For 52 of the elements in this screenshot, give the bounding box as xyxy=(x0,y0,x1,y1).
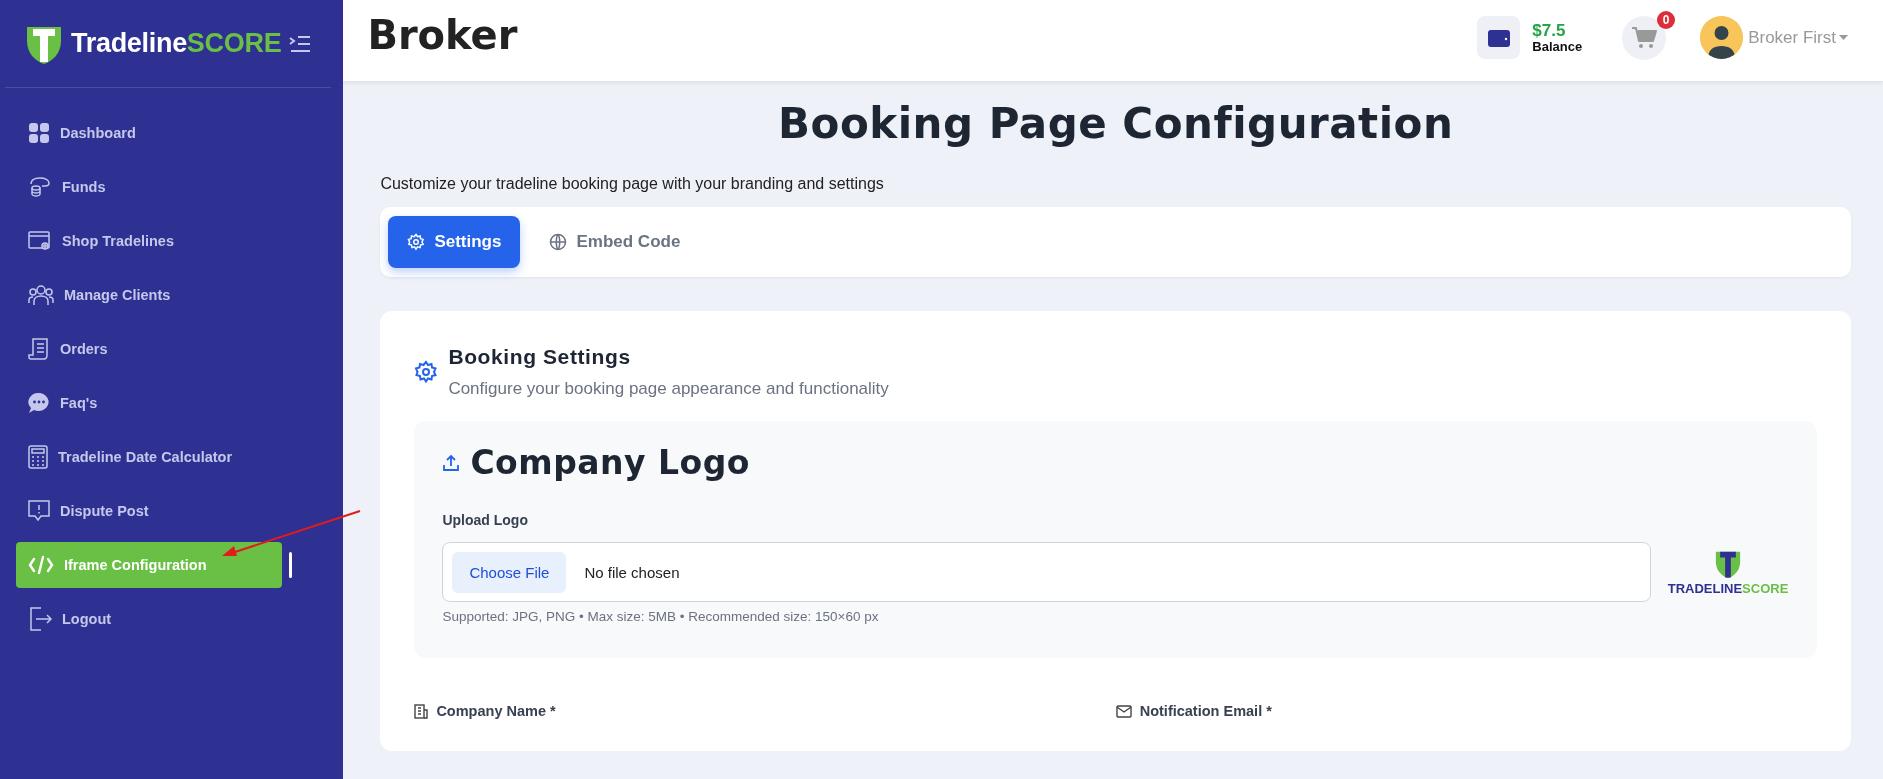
cart-icon xyxy=(1631,25,1658,50)
logout-icon xyxy=(28,607,52,631)
sidebar-item[interactable]: Faq's xyxy=(16,380,282,426)
sidebar-item[interactable]: Funds xyxy=(16,164,282,210)
alert-message-icon xyxy=(28,500,50,522)
wallet-icon xyxy=(1477,16,1521,59)
choose-file-button[interactable]: Choose File xyxy=(452,551,567,593)
envelope-icon xyxy=(1115,704,1132,718)
chat-bubble-icon xyxy=(28,392,50,414)
sidebar-item[interactable]: Logout xyxy=(16,596,282,642)
caret-icon xyxy=(1839,35,1848,40)
file-input[interactable]: Choose File No file chosen xyxy=(442,542,1651,602)
hand-coins-icon xyxy=(28,176,52,198)
balance-label: Balance xyxy=(1532,39,1583,54)
sidebar-item[interactable]: Tradeline Date Calculator xyxy=(16,434,282,480)
field-label: Notification Email * xyxy=(1139,703,1272,719)
people-icon xyxy=(28,284,54,306)
browser-gear-icon xyxy=(28,230,52,252)
sidebar-item[interactable]: Shop Tradelines xyxy=(16,218,282,264)
settings-icon xyxy=(414,360,439,384)
field-label: Company Name * xyxy=(436,703,556,719)
upload-icon xyxy=(442,453,461,472)
panel-title: Company Logo xyxy=(470,443,751,482)
calculator-icon xyxy=(28,445,48,469)
logo-preview-text: TRADELINESCORE xyxy=(1667,580,1789,596)
section-description: Configure your booking page appearance and functionality xyxy=(448,379,889,399)
sidebar-item[interactable]: Dashboard xyxy=(16,110,282,156)
tab[interactable]: Embed Code xyxy=(530,216,700,268)
grid-icon xyxy=(28,122,50,144)
tab[interactable]: Settings xyxy=(388,216,521,268)
code-icon xyxy=(28,555,54,575)
receipt-icon xyxy=(28,338,50,360)
file-status: No file chosen xyxy=(584,563,680,581)
cart-button[interactable] xyxy=(1622,15,1667,60)
balance-amount: $7.5 xyxy=(1532,21,1567,40)
brand-logo-text: TradelineSCORE xyxy=(71,28,282,59)
page-title: Booking Page Configuration xyxy=(777,103,1455,145)
active-indicator xyxy=(289,552,292,578)
sidebar-item[interactable]: Manage Clients xyxy=(16,272,282,318)
section-title: Booking Settings xyxy=(448,345,632,369)
page-header-title: Broker xyxy=(367,11,518,58)
avatar-icon xyxy=(1700,16,1744,59)
sidebar-item[interactable]: Dispute Post xyxy=(16,488,282,534)
menu-toggle-icon[interactable] xyxy=(289,35,312,52)
page-subtitle: Customize your tradeline booking page with your branding and settings xyxy=(380,175,885,193)
globe-icon xyxy=(549,233,568,251)
building-icon xyxy=(414,703,429,719)
help-text: Supported: JPG, PNG • Max size: 5MB • Recommended size: 150×60 px xyxy=(442,609,880,624)
gear-icon xyxy=(407,233,426,251)
sidebar-item[interactable]: Orders xyxy=(16,326,282,372)
cart-count-badge: 0 xyxy=(1657,10,1676,29)
field-label: Upload Logo xyxy=(442,512,529,528)
